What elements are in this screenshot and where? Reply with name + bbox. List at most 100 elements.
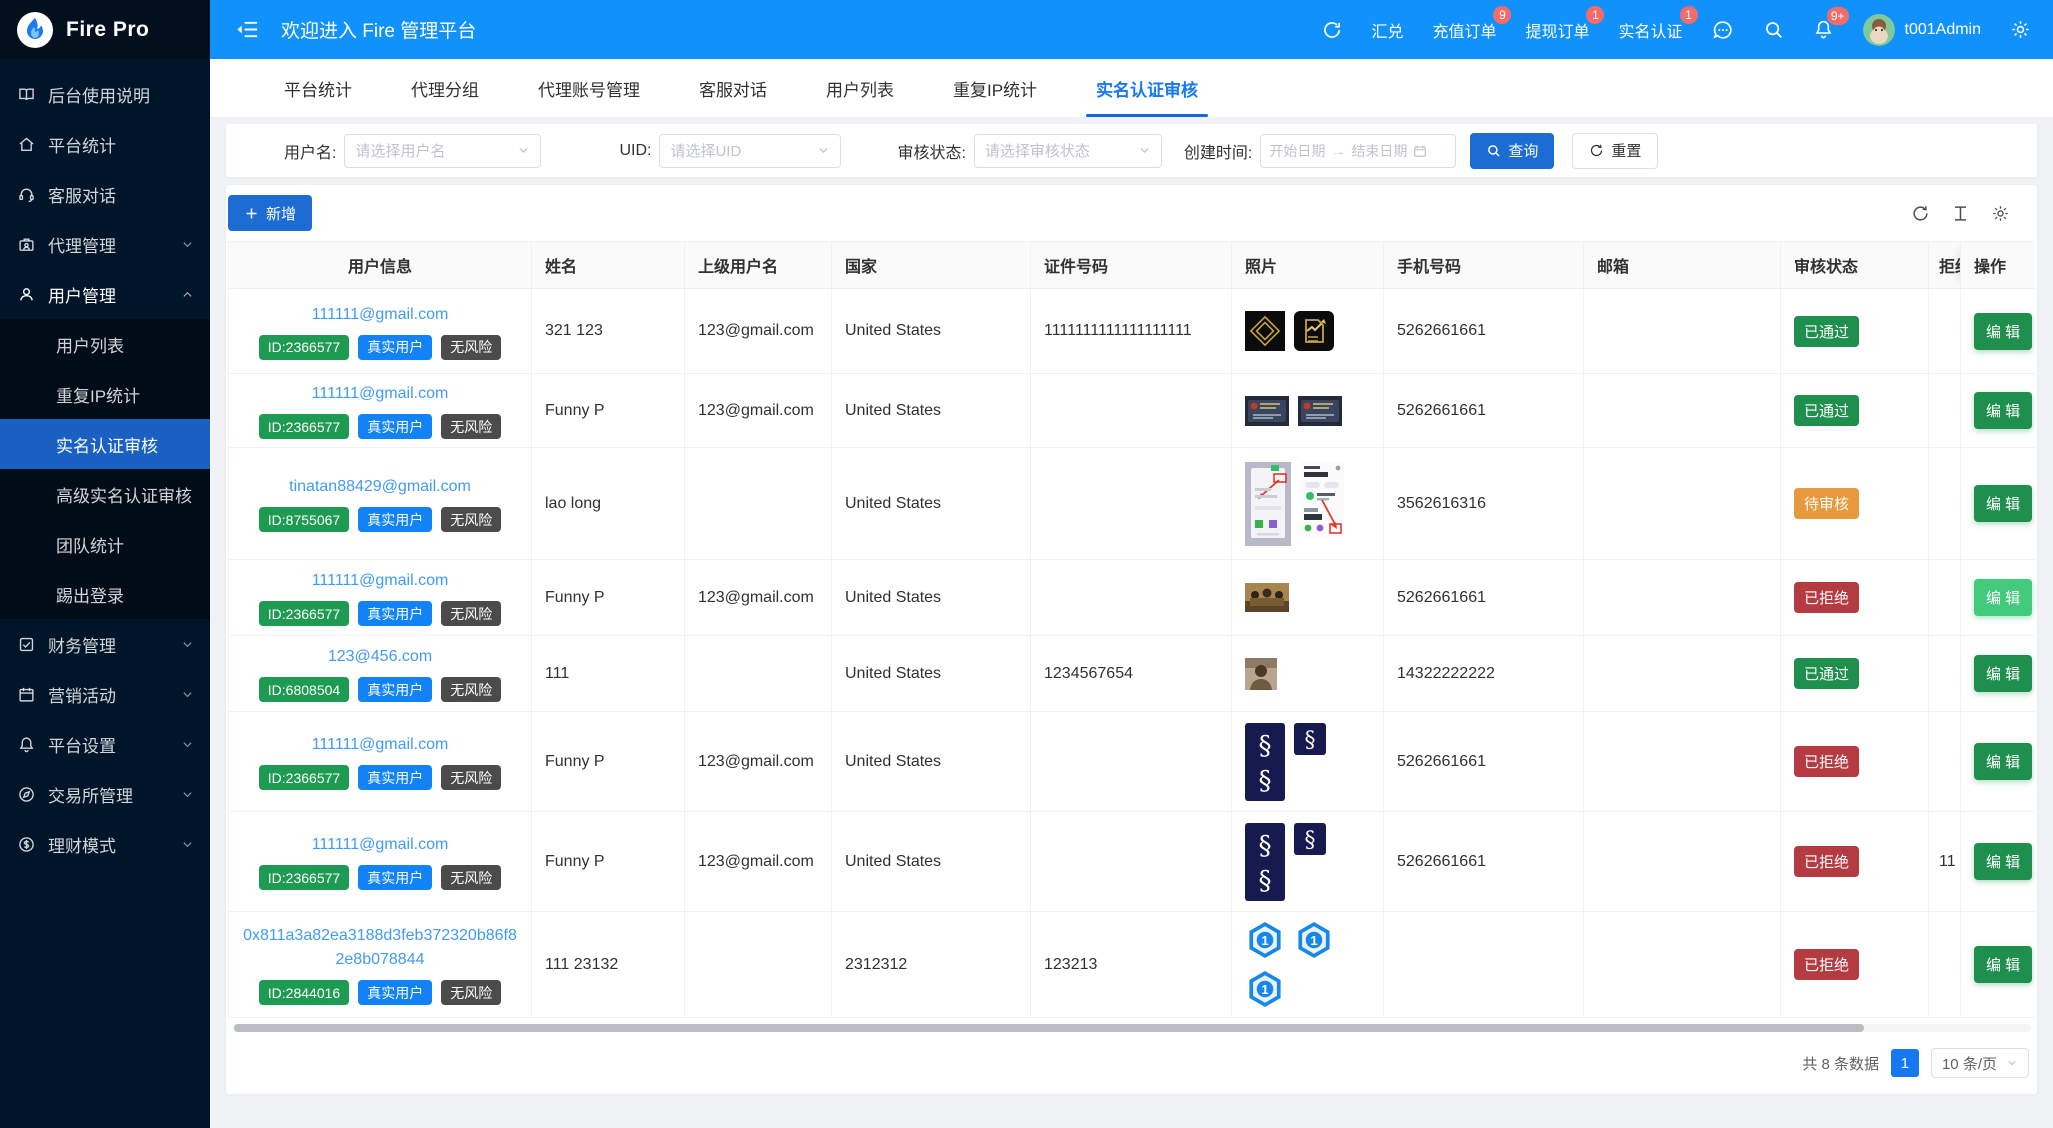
tab[interactable]: 平台统计 bbox=[278, 59, 358, 117]
user-account-link[interactable]: 0x811a3a82ea3188d3feb372320b86f82e8b0788… bbox=[242, 924, 518, 972]
photo-thumbnail-id-card[interactable] bbox=[1298, 396, 1342, 426]
status-select[interactable]: 请选择审核状态 bbox=[974, 134, 1162, 168]
name-cell: 321 123 bbox=[532, 289, 685, 374]
reject-reason-cell bbox=[1929, 448, 1961, 560]
sidebar-subitem[interactable]: 用户列表 bbox=[0, 319, 210, 369]
sidebar-subitem[interactable]: 高级实名认证审核 bbox=[0, 469, 210, 519]
sidebar-item[interactable]: 后台使用说明 bbox=[0, 69, 210, 119]
user-account-link[interactable]: tinatan88429@gmail.com bbox=[289, 475, 471, 499]
gear-icon[interactable] bbox=[2010, 19, 2031, 40]
photo-thumbnail-black-gold-logo[interactable] bbox=[1245, 311, 1285, 351]
photo-thumbnail-group-photo[interactable] bbox=[1245, 583, 1289, 612]
page-1-button[interactable]: 1 bbox=[1891, 1049, 1919, 1077]
sidebar-item[interactable]: 财务管理 bbox=[0, 619, 210, 669]
uid-select[interactable]: 请选择UID bbox=[659, 134, 841, 168]
tab[interactable]: 代理账号管理 bbox=[532, 59, 646, 117]
status-cell: 待审核 bbox=[1781, 448, 1929, 560]
scrollbar-thumb[interactable] bbox=[234, 1024, 1864, 1032]
photo-thumbnail-hex-coin[interactable]: 1 bbox=[1245, 969, 1285, 1009]
photo-thumbnail-navy-s-tall[interactable]: §§ bbox=[1245, 823, 1285, 901]
chevron-down-icon bbox=[181, 238, 194, 251]
add-button[interactable]: 新增 bbox=[228, 195, 312, 231]
menu-fold-icon[interactable] bbox=[236, 18, 259, 41]
sidebar-subitem[interactable]: 重复IP统计 bbox=[0, 369, 210, 419]
chat-icon[interactable] bbox=[1712, 19, 1734, 41]
sidebar-item[interactable]: 代理管理 bbox=[0, 219, 210, 269]
photo-thumbnail-hex-coin[interactable]: 1 bbox=[1245, 920, 1285, 960]
user-account-link[interactable]: 111111@gmail.com bbox=[312, 569, 449, 593]
reset-button[interactable]: 重置 bbox=[1572, 133, 1658, 169]
bell-icon[interactable]: 9+ bbox=[1813, 19, 1834, 40]
id-number-cell: 1111111111111111111 bbox=[1031, 289, 1232, 374]
tab[interactable]: 用户列表 bbox=[820, 59, 900, 117]
sidebar-item[interactable]: 用户管理 bbox=[0, 269, 210, 319]
refresh-icon[interactable] bbox=[1322, 20, 1342, 40]
search-button[interactable]: 查询 bbox=[1470, 133, 1554, 169]
topbar-nav-item[interactable]: 汇兑 bbox=[1371, 18, 1403, 42]
photos-cell bbox=[1232, 636, 1384, 712]
edit-button[interactable]: 编 辑 bbox=[1974, 946, 2032, 983]
photo-thumbnail-navy-s-tall[interactable]: §§ bbox=[1245, 723, 1285, 801]
edit-button[interactable]: 编 辑 bbox=[1974, 655, 2032, 692]
chevron-up-icon bbox=[181, 288, 194, 301]
phone-cell: 5262661661 bbox=[1384, 812, 1584, 912]
review-table: 用户信息姓名上级用户名国家证件号码照片手机号码邮箱审核状态拒绝原因操作 1111… bbox=[228, 241, 2035, 1018]
sidebar-subitem[interactable]: 踢出登录 bbox=[0, 569, 210, 619]
sidebar-item[interactable]: 交易所管理 bbox=[0, 769, 210, 819]
topbar-nav-item[interactable]: 实名认证1 bbox=[1618, 18, 1682, 42]
action-cell: 编 辑 bbox=[1961, 636, 2036, 712]
sidebar: Fire Pro 后台使用说明 平台统计 客服对话 代理管理 用户管理用户列表重… bbox=[0, 0, 210, 1128]
action-cell: 编 辑 bbox=[1961, 912, 2036, 1018]
sidebar-item[interactable]: 客服对话 bbox=[0, 169, 210, 219]
edit-button[interactable]: 编 辑 bbox=[1974, 743, 2032, 780]
user-account-link[interactable]: 111111@gmail.com bbox=[312, 733, 449, 757]
user-account-link[interactable]: 123@456.com bbox=[328, 645, 432, 669]
risk-tag: 无风险 bbox=[441, 601, 501, 626]
edit-button[interactable]: 编 辑 bbox=[1974, 843, 2032, 880]
topbar-nav-item[interactable]: 提现订单1 bbox=[1525, 18, 1589, 42]
tab[interactable]: 客服对话 bbox=[693, 59, 773, 117]
user-menu[interactable]: t001Admin bbox=[1863, 14, 1982, 46]
sidebar-item[interactable]: 平台统计 bbox=[0, 119, 210, 169]
bell-badge: 9+ bbox=[1827, 7, 1849, 25]
photo-thumbnail-portrait-photo[interactable] bbox=[1245, 658, 1277, 690]
horizontal-scrollbar[interactable] bbox=[232, 1024, 2031, 1032]
sidebar-item[interactable]: 营销活动 bbox=[0, 669, 210, 719]
sidebar-subitem[interactable]: 团队统计 bbox=[0, 519, 210, 569]
photo-thumbnail-app-shot-b[interactable] bbox=[1300, 462, 1344, 538]
sidebar-item[interactable]: 理财模式 bbox=[0, 819, 210, 869]
photo-thumbnail-hex-coin[interactable]: 1 bbox=[1294, 920, 1334, 960]
photo-thumbnail-navy-s-square[interactable]: § bbox=[1294, 823, 1326, 855]
user-account-link[interactable]: 111111@gmail.com bbox=[312, 382, 449, 406]
tab[interactable]: 代理分组 bbox=[405, 59, 485, 117]
user-account-link[interactable]: 111111@gmail.com bbox=[312, 833, 449, 857]
page-size-select[interactable]: 10 条/页 bbox=[1931, 1048, 2029, 1078]
column-settings-icon[interactable] bbox=[1991, 204, 2010, 223]
name-cell: Funny P bbox=[532, 374, 685, 448]
photo-thumbnail-id-card[interactable] bbox=[1245, 396, 1289, 426]
user-id-badge: ID:6808504 bbox=[259, 677, 349, 702]
username-select[interactable]: 请选择用户名 bbox=[344, 134, 541, 168]
photo-thumbnail-black-gold-doc[interactable] bbox=[1294, 311, 1334, 351]
edit-button[interactable]: 编 辑 bbox=[1974, 485, 2032, 522]
tab[interactable]: 重复IP统计 bbox=[947, 59, 1043, 117]
photo-thumbnail-navy-s-square[interactable]: § bbox=[1294, 723, 1326, 755]
edit-button[interactable]: 编 辑 bbox=[1974, 313, 2032, 350]
sidebar-subitem[interactable]: 实名认证审核 bbox=[0, 419, 210, 469]
tab[interactable]: 实名认证审核 bbox=[1090, 59, 1204, 117]
density-icon[interactable] bbox=[1951, 204, 1970, 223]
column-header: 照片 bbox=[1232, 242, 1384, 289]
topbar-nav-item[interactable]: 充值订单9 bbox=[1432, 18, 1496, 42]
action-cell: 编 辑 bbox=[1961, 560, 2036, 636]
reset-icon bbox=[1589, 143, 1604, 158]
photo-thumbnail-app-shot-a[interactable] bbox=[1245, 462, 1291, 546]
date-range-input[interactable]: 开始日期 → 结束日期 bbox=[1260, 134, 1456, 168]
user-account-link[interactable]: 111111@gmail.com bbox=[312, 303, 449, 327]
user-info-cell: tinatan88429@gmail.com ID:8755067 真实用户 无… bbox=[229, 448, 532, 560]
search-icon[interactable] bbox=[1763, 19, 1784, 40]
reload-icon[interactable] bbox=[1911, 204, 1930, 223]
name-cell: lao long bbox=[532, 448, 685, 560]
edit-button[interactable]: 编 辑 bbox=[1974, 579, 2032, 616]
edit-button[interactable]: 编 辑 bbox=[1974, 392, 2032, 429]
sidebar-item[interactable]: 平台设置 bbox=[0, 719, 210, 769]
